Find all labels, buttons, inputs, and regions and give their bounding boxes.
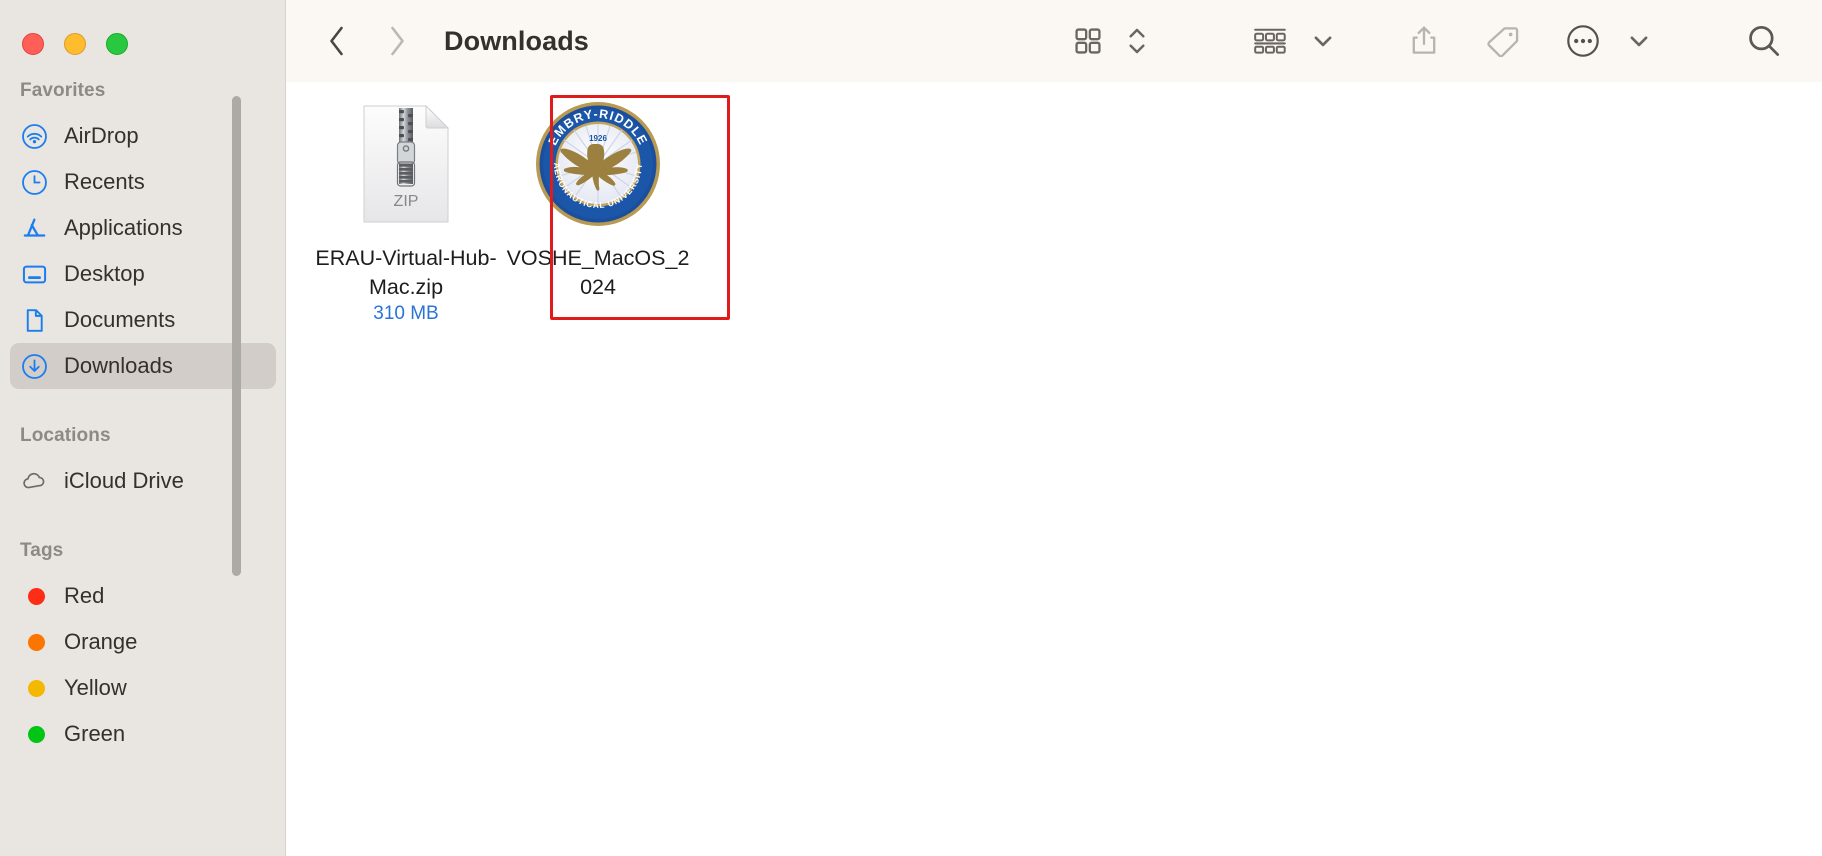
sidebar-item-label: Documents — [64, 307, 176, 332]
group-by-button[interactable] — [1246, 19, 1294, 63]
file-name: VOSHE_MacOS_2024 — [506, 246, 690, 299]
cloud-icon — [20, 467, 48, 495]
share-button[interactable] — [1402, 18, 1446, 64]
sidebar-item-label: Green — [64, 721, 126, 746]
sidebar-item-label: Downloads — [64, 353, 173, 378]
view-stepper[interactable] — [1120, 17, 1154, 65]
sidebar-section-title: Tags — [20, 540, 64, 561]
minimize-button[interactable] — [64, 33, 86, 55]
tag-dot-green-icon — [20, 720, 48, 748]
embry-riddle-seal-icon: 1926 EMBRY-RIDDLE AERONAUTICAL UNIVERSIT… — [534, 102, 662, 228]
group-controls — [1246, 19, 1340, 63]
sidebar-item-tag-orange[interactable]: Orange — [10, 619, 276, 665]
tag-dot-yellow-icon — [20, 674, 48, 702]
sidebar-item-label: AirDrop — [64, 123, 139, 148]
icon-view-button[interactable] — [1066, 19, 1110, 63]
sidebar-item-label: Desktop — [64, 261, 145, 286]
search-icon[interactable] — [1740, 17, 1788, 65]
view-controls — [1066, 17, 1154, 65]
close-button[interactable] — [22, 33, 44, 55]
downloads-icon — [20, 352, 48, 380]
window-controls — [22, 33, 128, 55]
document-icon — [20, 306, 48, 334]
sidebar-section-tags: Tags Red Orange Yellow Green — [0, 540, 286, 757]
search-controls — [1740, 17, 1788, 65]
forward-button[interactable] — [380, 21, 414, 61]
clock-icon — [20, 168, 48, 196]
sidebar-section-title: Locations — [20, 425, 111, 446]
finder-window: Favorites AirDrop Recents Applications D… — [0, 0, 1822, 856]
tag-dot-red-icon — [20, 582, 48, 610]
file-item-folder[interactable]: 1926 EMBRY-RIDDLE AERONAUTICAL UNIVERSIT… — [502, 96, 694, 303]
file-grid: ZIP ERAU-Virtual-Hub-Mac.zip 310 MB 1926… — [286, 82, 1822, 325]
file-name: ERAU-Virtual-Hub-Mac.zip — [315, 246, 497, 299]
navigation-buttons — [320, 21, 414, 61]
more-button[interactable] — [1560, 18, 1606, 64]
sidebar-scrollbar[interactable] — [232, 96, 241, 576]
toolbar: Downloads — [286, 0, 1822, 82]
file-size: 310 MB — [373, 303, 439, 324]
sidebar-section-title: Favorites — [20, 80, 106, 101]
tag-icon[interactable] — [1480, 19, 1526, 63]
sidebar-section-favorites: Favorites AirDrop Recents Applications D… — [0, 80, 286, 389]
sidebar: Favorites AirDrop Recents Applications D… — [0, 0, 286, 856]
desktop-icon — [20, 260, 48, 288]
sidebar-item-label: Applications — [64, 215, 183, 240]
sidebar-item-tag-green[interactable]: Green — [10, 711, 276, 757]
zoom-button[interactable] — [106, 33, 128, 55]
page-title: Downloads — [444, 25, 589, 56]
action-controls — [1402, 18, 1656, 64]
content-area: Downloads ZIP ERAU-Virtual-Hub-Mac.zip 3… — [286, 0, 1822, 856]
back-button[interactable] — [320, 21, 354, 61]
more-chevron-down-icon[interactable] — [1622, 24, 1656, 58]
sidebar-item-label: Orange — [64, 629, 138, 654]
svg-text:1926: 1926 — [589, 134, 607, 143]
sidebar-item-label: Yellow — [64, 675, 127, 700]
sidebar-item-label: Recents — [64, 169, 145, 194]
tag-dot-orange-icon — [20, 628, 48, 656]
sidebar-section-locations: Locations iCloud Drive — [0, 425, 286, 504]
chevron-down-icon[interactable] — [1306, 24, 1340, 58]
zip-archive-icon: ZIP — [350, 104, 462, 228]
svg-text:ZIP: ZIP — [394, 193, 419, 210]
sidebar-item-label: Red — [64, 583, 105, 608]
sidebar-item-label: iCloud Drive — [64, 468, 184, 493]
sidebar-item-tag-red[interactable]: Red — [10, 573, 276, 619]
sidebar-item-tag-yellow[interactable]: Yellow — [10, 665, 276, 711]
file-item-zip[interactable]: ZIP ERAU-Virtual-Hub-Mac.zip 310 MB — [310, 96, 502, 325]
applications-icon — [20, 214, 48, 242]
airdrop-icon — [20, 122, 48, 150]
